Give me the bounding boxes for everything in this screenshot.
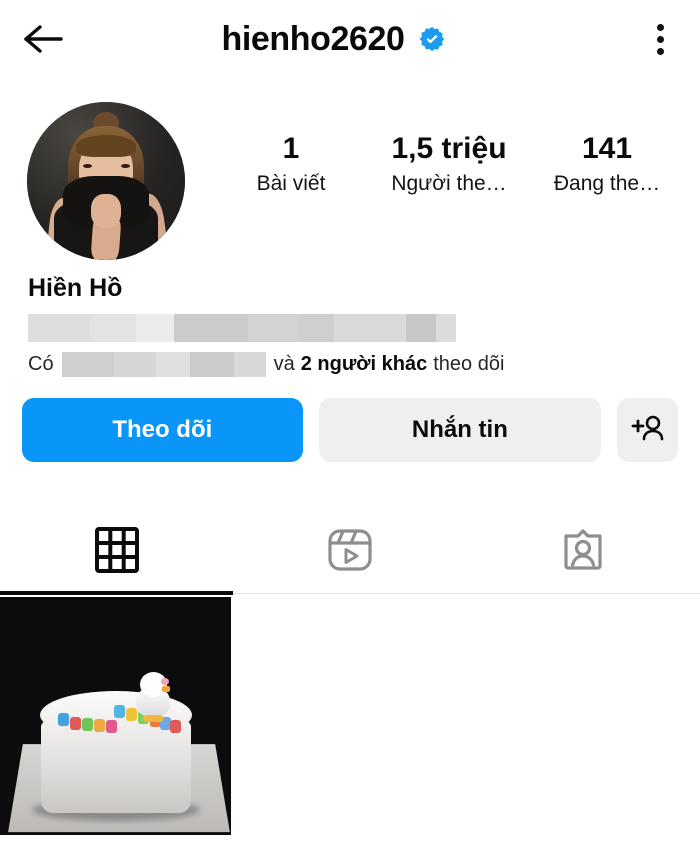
- redaction-block: [28, 313, 90, 342]
- redaction-block: [189, 351, 234, 377]
- redaction-block: [248, 313, 298, 342]
- bottom-area: [0, 837, 700, 867]
- redaction-block: [406, 313, 436, 342]
- avatar-hand: [91, 194, 121, 228]
- redaction-block: [113, 351, 156, 377]
- letter: [126, 708, 137, 721]
- grid-empty-cell: [468, 597, 700, 835]
- profile-header: 1 Bài viết 1,5 triệu Người the… 141 Đang…: [0, 88, 700, 268]
- stat-followers[interactable]: 1,5 triệu Người the…: [370, 132, 528, 199]
- stat-posts-label: Bài viết: [256, 171, 326, 195]
- letter: [114, 705, 125, 718]
- letter: [58, 713, 69, 726]
- avatar-fringe: [76, 135, 136, 157]
- avatar-container[interactable]: [0, 88, 212, 260]
- redaction-block: [233, 351, 266, 377]
- username-text: hienho2620: [221, 19, 405, 58]
- stat-following-value: 141: [581, 132, 633, 165]
- grid-empty-cell: [234, 597, 466, 835]
- letter: [106, 720, 117, 733]
- followed-by-prefix: Có: [28, 352, 54, 375]
- stat-followers-value: 1,5 triệu: [391, 132, 507, 165]
- avatar[interactable]: [27, 102, 185, 260]
- stat-followers-label: Người the…: [391, 171, 507, 195]
- instagram-profile-screen: hienho2620 1 Bài viết 1,5 triệu Người th…: [0, 0, 700, 867]
- post-thumbnail-1[interactable]: [0, 597, 232, 835]
- stat-posts[interactable]: 1 Bài viết: [212, 132, 370, 199]
- profile-actions: Theo dõi Nhắn tin: [0, 398, 700, 462]
- message-button[interactable]: Nhắn tin: [318, 398, 602, 462]
- back-arrow-icon: [22, 23, 64, 55]
- back-button[interactable]: [0, 0, 86, 78]
- duck-figurine-cheek: [161, 678, 169, 685]
- letter: [94, 719, 105, 732]
- duck-figurine-beak: [162, 686, 170, 692]
- display-name: Hiền Hồ: [28, 274, 123, 302]
- redaction-block: [61, 351, 114, 377]
- bio-block: Hiền Hồ Có và 2 người khác theo dõi: [0, 272, 700, 377]
- profile-tabs: [0, 512, 700, 595]
- verified-badge-icon: [419, 26, 445, 52]
- stat-following[interactable]: 141 Đang the…: [528, 132, 686, 199]
- letter: [170, 720, 181, 733]
- tab-grid[interactable]: [0, 512, 234, 595]
- follow-button[interactable]: Theo dõi: [22, 398, 303, 462]
- top-app-bar: hienho2620: [0, 0, 700, 78]
- avatar-eye: [121, 164, 130, 168]
- tab-tagged[interactable]: [467, 512, 700, 594]
- stat-following-label: Đang the…: [553, 171, 661, 195]
- redaction-block: [298, 313, 334, 342]
- more-options-icon: [656, 23, 664, 31]
- letter: [70, 717, 81, 730]
- more-options-icon-dot: [656, 47, 664, 55]
- redaction-block: [155, 351, 190, 377]
- redaction-block: [436, 313, 456, 342]
- followed-by-text: Có và 2 người khác theo dõi: [28, 351, 700, 377]
- avatar-eye: [83, 164, 92, 168]
- bio-redacted-bar: [28, 313, 456, 342]
- reels-icon: [327, 527, 373, 578]
- grid-icon: [94, 526, 139, 579]
- followed-by-count[interactable]: 2 người khác: [301, 353, 428, 376]
- post-grid: [0, 597, 700, 837]
- tagged-icon: [560, 527, 606, 578]
- add-person-button[interactable]: [617, 398, 678, 462]
- redaction-block: [90, 313, 136, 342]
- more-options-button[interactable]: [620, 0, 700, 78]
- profile-title: hienho2620: [86, 20, 580, 59]
- followed-by-middle: và: [273, 352, 295, 375]
- redaction-block: [174, 313, 248, 342]
- followed-by-redaction: [61, 351, 266, 377]
- add-person-icon: [631, 414, 665, 447]
- tab-reels[interactable]: [233, 512, 466, 594]
- letter: [82, 718, 93, 731]
- redaction-block: [334, 313, 406, 342]
- followed-by-suffix: theo dõi: [433, 352, 505, 375]
- redaction-block: [136, 313, 174, 342]
- more-options-icon-dot: [656, 35, 664, 43]
- profile-stats: 1 Bài viết 1,5 triệu Người the… 141 Đang…: [212, 88, 700, 199]
- stat-posts-value: 1: [282, 132, 300, 165]
- duck-figurine-feet: [143, 715, 163, 722]
